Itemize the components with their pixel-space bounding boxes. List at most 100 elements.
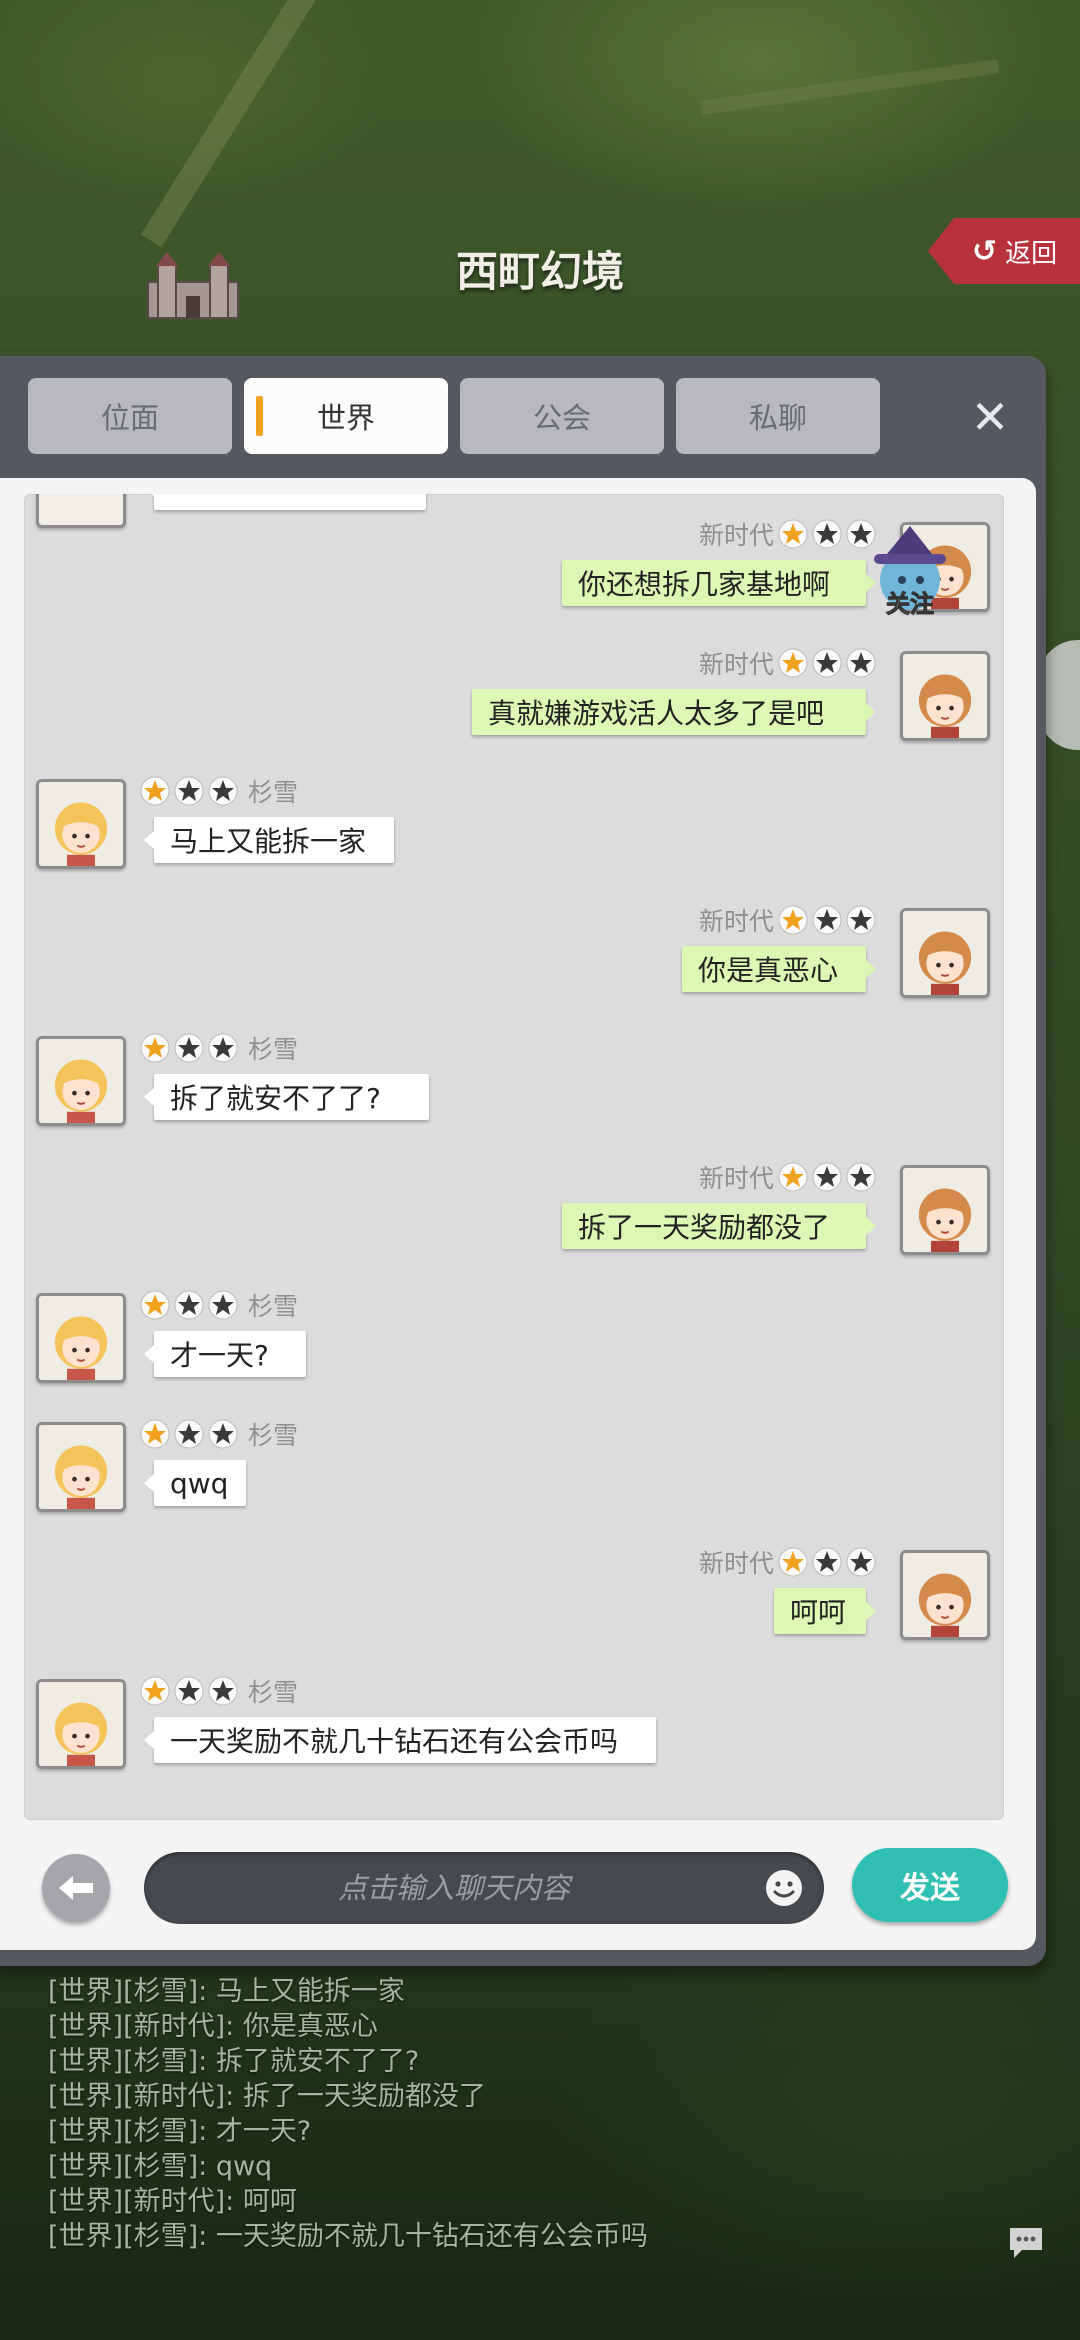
tab-plane[interactable]: 位面	[28, 378, 232, 454]
sender-name[interactable]: 新时代	[699, 1544, 774, 1580]
star-filled-icon	[140, 1419, 170, 1449]
message-bubble: 你还想拆几家基地啊	[562, 560, 876, 606]
close-icon[interactable]: ✕	[968, 392, 1012, 442]
message-text: 一天奖励不就几十钻石还有公会币吗	[170, 1725, 619, 1758]
star-filled-icon	[778, 648, 808, 678]
message-text: 马上又能拆一家	[170, 825, 367, 858]
sender-name[interactable]: 新时代	[699, 645, 774, 681]
message-sender: 杉雪	[140, 1416, 298, 1452]
message-sender: 新时代	[699, 1544, 876, 1580]
log-line: [世界][新时代]: 拆了一天奖励都没了	[48, 2081, 486, 2112]
sender-name[interactable]: 杉雪	[248, 773, 298, 809]
send-button[interactable]: 发送	[852, 1848, 1008, 1922]
tab-world[interactable]: 世界	[244, 378, 448, 454]
message-bubble: 你是真恶心	[682, 946, 876, 992]
log-line: [世界][杉雪]: qwq	[48, 2151, 273, 2182]
star-filled-icon	[778, 905, 808, 935]
emoji-icon[interactable]	[764, 1868, 804, 1908]
star-filled-icon	[778, 519, 808, 549]
message-bubble	[144, 494, 426, 510]
log-line: [世界][杉雪]: 才一天?	[48, 2116, 312, 2147]
message-bubble: 真就嫌游戏活人太多了是吧	[472, 689, 876, 735]
message-text: 呵呵	[790, 1596, 847, 1629]
avatar-shanxue[interactable]	[36, 1036, 126, 1126]
avatar-shanxue[interactable]	[36, 779, 126, 869]
return-label: 返回	[1005, 238, 1058, 269]
avatar-shanxue[interactable]	[36, 494, 126, 528]
message-bubble: 一天奖励不就几十钻石还有公会币吗	[144, 1717, 656, 1763]
log-line: [世界][杉雪]: 一天奖励不就几十钻石还有公会币吗	[48, 2221, 648, 2252]
message-bubble: qwq	[144, 1460, 246, 1506]
star-empty-icon	[174, 1419, 204, 1449]
star-filled-icon	[778, 1547, 808, 1577]
message-text: 真就嫌游戏活人太多了是吧	[488, 697, 825, 730]
message-bubble: 呵呵	[774, 1588, 876, 1634]
star-empty-icon	[174, 1033, 204, 1063]
message-sender: 杉雪	[140, 1287, 298, 1323]
sender-name[interactable]: 杉雪	[248, 1287, 298, 1323]
tab-label: 位面	[100, 401, 159, 435]
sender-name[interactable]: 杉雪	[248, 1416, 298, 1452]
chat-message-list[interactable]: 新时代 你还想拆几家基地啊 新时代 真就嫌游戏活人太多了是吧 杉雪 马上又能拆一家 新时代你…	[24, 494, 1004, 1820]
tab-private[interactable]: 私聊	[676, 378, 880, 454]
message-text: 你是真恶心	[698, 954, 839, 987]
message-sender: 新时代	[699, 902, 876, 938]
avatar-xinshidai[interactable]	[900, 908, 990, 998]
message-sender: 新时代	[699, 1159, 876, 1195]
sender-name[interactable]: 杉雪	[248, 1673, 298, 1709]
back-arrow-icon	[59, 1876, 93, 1900]
star-filled-icon	[140, 1290, 170, 1320]
star-empty-icon	[174, 1290, 204, 1320]
star-empty-icon	[208, 1033, 238, 1063]
message-sender: 杉雪	[140, 1030, 298, 1066]
tab-label: 世界	[316, 401, 375, 435]
star-empty-icon	[174, 1676, 204, 1706]
message-text: 拆了一天奖励都没了	[578, 1211, 831, 1244]
star-empty-icon	[812, 1547, 842, 1577]
message-bubble: 马上又能拆一家	[144, 817, 394, 863]
tab-guild[interactable]: 公会	[460, 378, 664, 454]
star-empty-icon	[174, 776, 204, 806]
avatar-xinshidai[interactable]	[900, 651, 990, 741]
sender-name[interactable]: 新时代	[699, 516, 774, 552]
message-bubble: 才一天?	[144, 1331, 306, 1377]
star-empty-icon	[208, 776, 238, 806]
star-empty-icon	[208, 1290, 238, 1320]
message-text: 你还想拆几家基地啊	[578, 568, 831, 601]
send-label: 发送	[900, 1871, 960, 1906]
star-filled-icon	[140, 776, 170, 806]
log-line: [世界][新时代]: 你是真恶心	[48, 2011, 378, 2042]
star-empty-icon	[208, 1676, 238, 1706]
log-line: [世界][杉雪]: 马上又能拆一家	[48, 1976, 405, 2007]
avatar-xinshidai[interactable]	[900, 1550, 990, 1640]
region-title: 西町幻境	[455, 247, 624, 296]
chat-bubble-icon[interactable]	[1006, 2222, 1046, 2262]
chat-input[interactable]: 点击输入聊天内容	[144, 1852, 824, 1924]
sender-name[interactable]: 杉雪	[248, 1030, 298, 1066]
avatar-shanxue[interactable]	[36, 1422, 126, 1512]
return-arrow-icon: ↺	[972, 233, 998, 269]
star-empty-icon	[846, 1547, 876, 1577]
message-sender: 新时代	[699, 516, 876, 552]
avatar-xinshidai[interactable]	[900, 1165, 990, 1255]
tab-label: 私聊	[748, 401, 807, 435]
star-empty-icon	[812, 905, 842, 935]
back-button[interactable]	[42, 1854, 110, 1922]
star-empty-icon	[812, 519, 842, 549]
sender-name[interactable]: 新时代	[699, 1159, 774, 1195]
avatar-shanxue[interactable]	[36, 1679, 126, 1769]
world-chat-log: [世界][杉雪]: 马上又能拆一家 [世界][新时代]: 你是真恶心 [世界][杉雪…	[48, 1974, 948, 2254]
star-empty-icon	[812, 1162, 842, 1192]
chat-input-placeholder: 点击输入聊天内容	[337, 1871, 570, 1905]
message-text: 才一天?	[170, 1339, 269, 1372]
sender-name[interactable]: 新时代	[699, 902, 774, 938]
star-empty-icon	[846, 1162, 876, 1192]
avatar-shanxue[interactable]	[36, 1293, 126, 1383]
message-sender: 杉雪	[140, 773, 298, 809]
star-empty-icon	[812, 648, 842, 678]
return-button[interactable]: ↺ 返回	[928, 218, 1080, 284]
star-empty-icon	[846, 905, 876, 935]
message-sender: 杉雪	[140, 1673, 298, 1709]
message-text: qwq	[170, 1466, 229, 1500]
follow-badge[interactable]: 关注	[868, 524, 952, 620]
